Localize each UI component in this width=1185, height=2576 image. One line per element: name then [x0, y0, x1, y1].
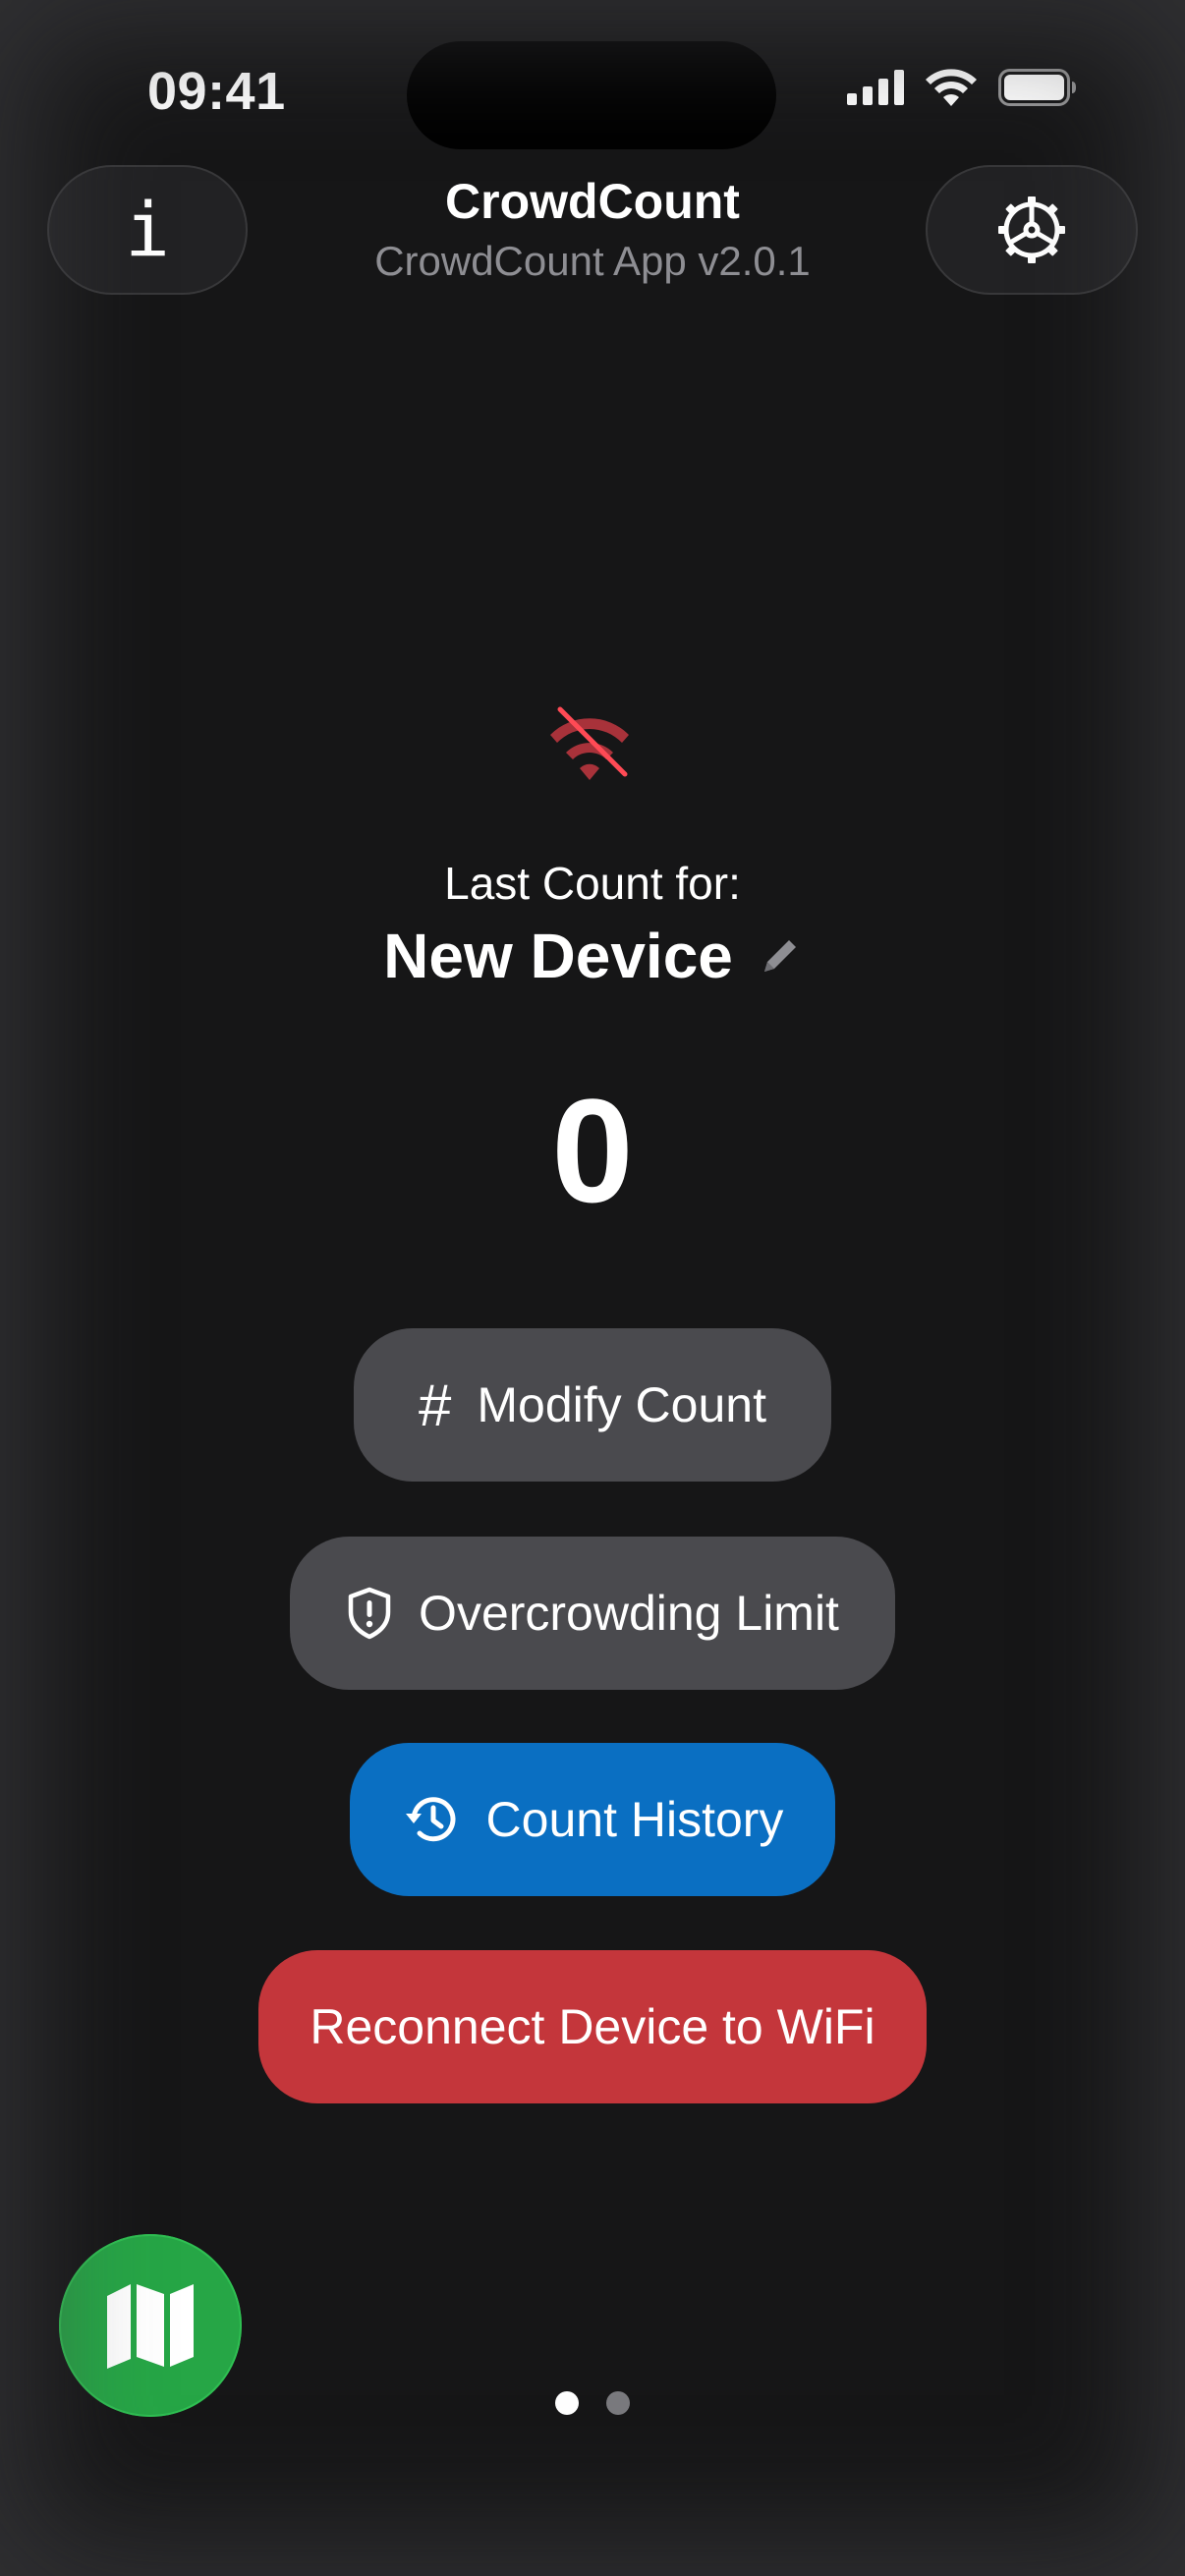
- dynamic-island: [407, 41, 776, 149]
- page-indicator[interactable]: [0, 2391, 1185, 2415]
- gear-icon: [998, 196, 1065, 263]
- status-time: 09:41: [147, 62, 286, 121]
- count-value: 0: [551, 1068, 634, 1233]
- page-dot-1[interactable]: [555, 2391, 579, 2415]
- reconnect-wifi-label: Reconnect Device to WiFi: [310, 1999, 875, 2054]
- device-name: New Device: [383, 921, 733, 991]
- pencil-icon[interactable]: [759, 934, 802, 978]
- last-count-label: Last Count for:: [444, 858, 741, 909]
- shield-exclamation-icon: [348, 1587, 391, 1640]
- map-icon: [107, 2284, 194, 2369]
- overcrowding-limit-button[interactable]: Overcrowding Limit: [290, 1537, 895, 1690]
- screen-vignette: [0, 0, 1185, 2576]
- cellular-signal-icon: [847, 70, 904, 105]
- overcrowding-limit-label: Overcrowding Limit: [419, 1586, 839, 1641]
- hash-icon: #: [419, 1372, 452, 1438]
- clock-history-icon: [405, 1797, 456, 1842]
- page-dot-2[interactable]: [606, 2391, 630, 2415]
- battery-icon: [998, 69, 1076, 106]
- status-icons: [847, 69, 1077, 106]
- wifi-slash-icon: [550, 706, 629, 780]
- count-history-button[interactable]: Count History: [350, 1743, 835, 1896]
- settings-button[interactable]: [926, 165, 1138, 295]
- map-button[interactable]: [59, 2234, 242, 2417]
- count-history-label: Count History: [485, 1792, 784, 1847]
- reconnect-wifi-button[interactable]: Reconnect Device to WiFi: [258, 1950, 927, 2103]
- wifi-icon: [926, 69, 977, 106]
- modify-count-label: Modify Count: [477, 1377, 766, 1432]
- app-screen: 09:41 i CrowdCount CrowdCount App v2.0.1: [0, 0, 1185, 2576]
- device-name-row: New Device: [0, 920, 1185, 992]
- modify-count-button[interactable]: # Modify Count: [354, 1328, 831, 1482]
